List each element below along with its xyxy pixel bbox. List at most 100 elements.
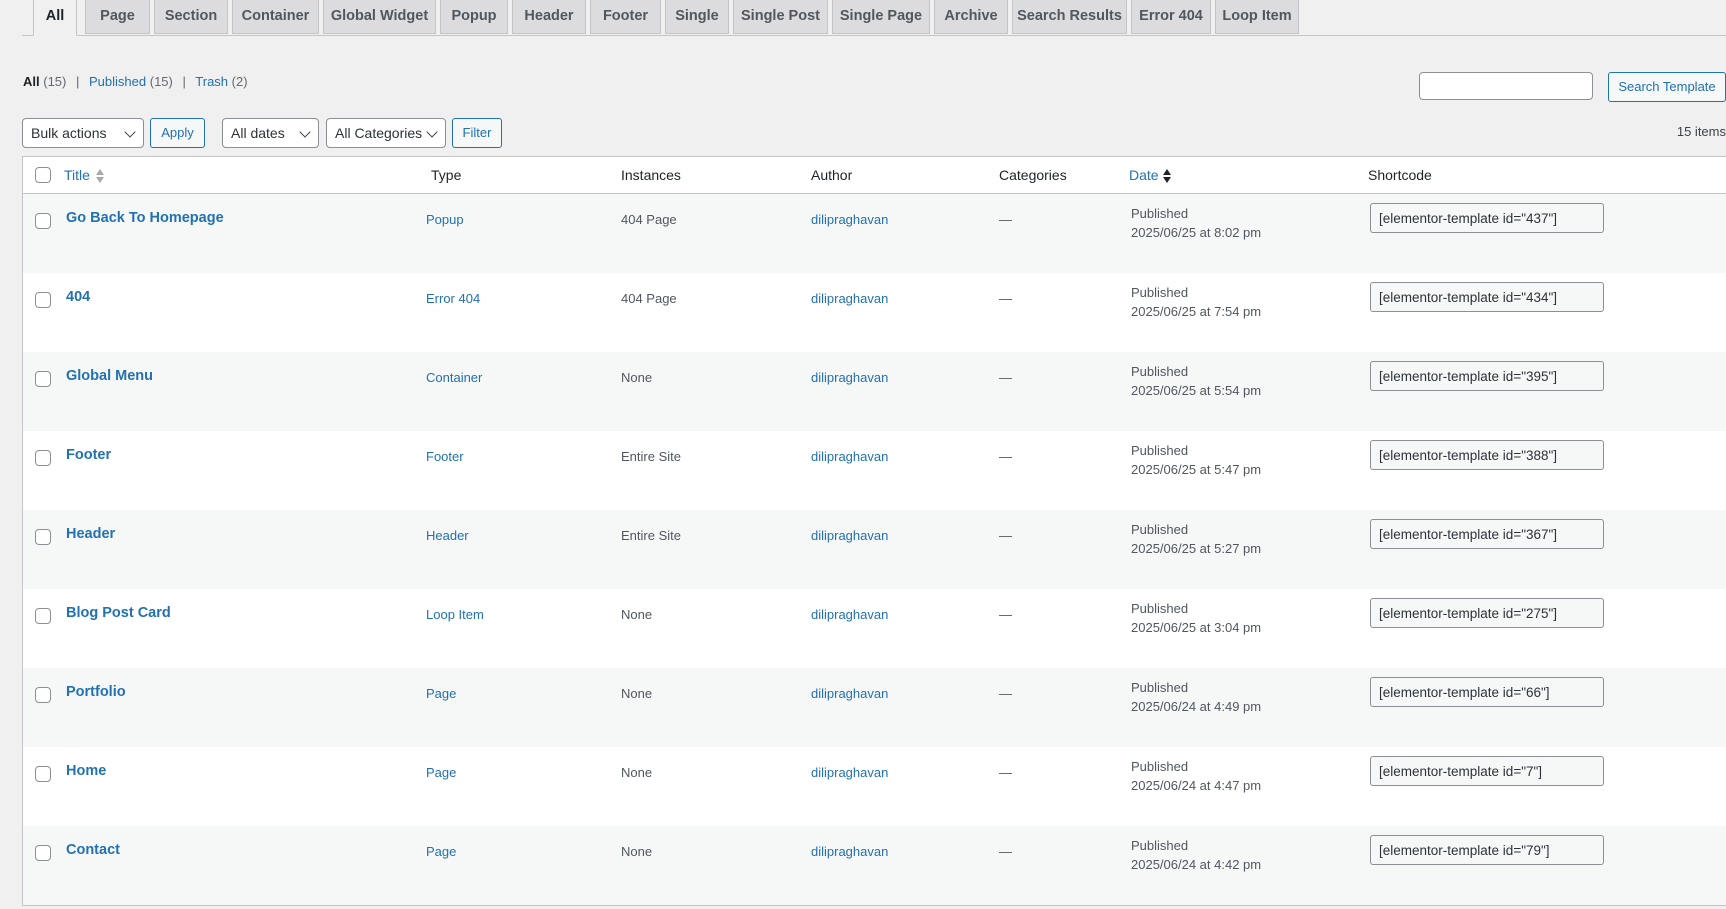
post-status: Published — [1131, 285, 1189, 300]
template-type-link[interactable]: Loop Item — [426, 607, 484, 622]
tab-footer[interactable]: Footer — [590, 0, 661, 34]
date-value: Published 2025/06/25 at 3:04 pm — [1131, 599, 1261, 637]
row-checkbox[interactable] — [35, 529, 51, 545]
categories-value: — — [999, 370, 1012, 385]
template-title-link[interactable]: Header — [66, 526, 115, 542]
bulk-actions-value: Bulk actions — [31, 125, 107, 141]
template-title-link[interactable]: Blog Post Card — [66, 605, 171, 621]
tab-all[interactable]: All — [33, 0, 77, 36]
shortcode-field[interactable] — [1370, 519, 1604, 549]
author-link[interactable]: dilipraghavan — [811, 765, 888, 780]
bulk-actions-select[interactable]: Bulk actions — [22, 118, 144, 148]
status-all-link[interactable]: All — [23, 74, 40, 89]
dates-select[interactable]: All dates — [222, 118, 319, 148]
categories-value: All Categories — [335, 125, 423, 141]
shortcode-field[interactable] — [1370, 756, 1604, 786]
template-type-link[interactable]: Error 404 — [426, 291, 480, 306]
categories-value: — — [999, 686, 1012, 701]
categories-value: — — [999, 212, 1012, 227]
template-type-link[interactable]: Page — [426, 844, 456, 859]
template-title-link[interactable]: Home — [66, 763, 106, 779]
row-checkbox[interactable] — [35, 292, 51, 308]
shortcode-field[interactable] — [1370, 203, 1604, 233]
author-link[interactable]: dilipraghavan — [811, 844, 888, 859]
template-title-link[interactable]: Global Menu — [66, 368, 153, 384]
date-value: Published 2025/06/24 at 4:42 pm — [1131, 836, 1261, 874]
author-link[interactable]: dilipraghavan — [811, 686, 888, 701]
template-type-link[interactable]: Container — [426, 370, 482, 385]
tab-loop-item[interactable]: Loop Item — [1215, 0, 1299, 34]
tab-global-widget[interactable]: Global Widget — [323, 0, 436, 34]
template-type-link[interactable]: Popup — [426, 212, 464, 227]
shortcode-field[interactable] — [1370, 835, 1604, 865]
template-type-link[interactable]: Footer — [426, 449, 464, 464]
row-checkbox[interactable] — [35, 450, 51, 466]
shortcode-field[interactable] — [1370, 440, 1604, 470]
column-title[interactable]: Title — [64, 167, 90, 183]
tab-single-post[interactable]: Single Post — [733, 0, 828, 34]
shortcode-field[interactable] — [1370, 361, 1604, 391]
tab-single[interactable]: Single — [665, 0, 729, 34]
post-date: 2025/06/24 at 4:49 pm — [1131, 699, 1262, 714]
author-link[interactable]: dilipraghavan — [811, 528, 888, 543]
shortcode-field[interactable] — [1370, 677, 1604, 707]
status-published-link[interactable]: Published — [89, 74, 146, 89]
status-all-count: (15) — [43, 74, 67, 89]
author-link[interactable]: dilipraghavan — [811, 212, 888, 227]
search-template-button[interactable]: Search Template — [1608, 72, 1726, 102]
tab-container[interactable]: Container — [232, 0, 319, 34]
template-title-link[interactable]: 404 — [66, 289, 90, 305]
table-row: Header Header Entire Site dilipraghavan … — [23, 510, 1726, 589]
tab-single-page[interactable]: Single Page — [832, 0, 930, 34]
tab-section[interactable]: Section — [154, 0, 228, 34]
template-type-link[interactable]: Header — [426, 528, 469, 543]
template-title-link[interactable]: Go Back To Homepage — [66, 210, 224, 226]
column-date[interactable]: Date — [1129, 167, 1159, 183]
template-title-link[interactable]: Contact — [66, 842, 120, 858]
date-value: Published 2025/06/24 at 4:49 pm — [1131, 678, 1261, 716]
tab-page[interactable]: Page — [85, 0, 150, 34]
shortcode-field[interactable] — [1370, 282, 1604, 312]
template-type-link[interactable]: Page — [426, 686, 456, 701]
author-link[interactable]: dilipraghavan — [811, 449, 888, 464]
author-link[interactable]: dilipraghavan — [811, 607, 888, 622]
categories-value: — — [999, 528, 1012, 543]
instances-value: Entire Site — [621, 449, 681, 464]
separator: | — [182, 74, 186, 89]
sort-icon[interactable] — [1163, 168, 1171, 184]
sort-icon[interactable] — [96, 168, 104, 184]
status-trash-link[interactable]: Trash — [195, 74, 228, 89]
row-checkbox[interactable] — [35, 213, 51, 229]
post-status: Published — [1131, 364, 1189, 379]
row-checkbox[interactable] — [35, 766, 51, 782]
template-title-link[interactable]: Portfolio — [66, 684, 126, 700]
select-all-checkbox[interactable] — [35, 167, 51, 183]
tab-archive[interactable]: Archive — [934, 0, 1008, 34]
shortcode-field[interactable] — [1370, 598, 1604, 628]
template-title-link[interactable]: Footer — [66, 447, 111, 463]
apply-button[interactable]: Apply — [150, 118, 205, 148]
post-status: Published — [1131, 838, 1189, 853]
filter-button[interactable]: Filter — [452, 118, 502, 148]
tab-error-404[interactable]: Error 404 — [1131, 0, 1211, 34]
template-type-link[interactable]: Page — [426, 765, 456, 780]
tab-header[interactable]: Header — [512, 0, 586, 34]
instances-value: None — [621, 607, 653, 622]
search-input[interactable] — [1419, 72, 1593, 100]
tab-popup[interactable]: Popup — [440, 0, 508, 34]
row-checkbox[interactable] — [35, 845, 51, 861]
row-checkbox[interactable] — [35, 687, 51, 703]
post-status: Published — [1131, 522, 1189, 537]
categories-select[interactable]: All Categories — [326, 118, 446, 148]
row-checkbox[interactable] — [35, 608, 51, 624]
instances-value: 404 Page — [621, 291, 677, 306]
table-row: 404 Error 404 404 Page dilipraghavan — P… — [23, 273, 1726, 352]
table-header: Title Type Instances Author Categories D… — [23, 157, 1726, 194]
separator: | — [76, 74, 80, 89]
table-row: Portfolio Page None dilipraghavan — Publ… — [23, 668, 1726, 747]
tab-search-results[interactable]: Search Results — [1012, 0, 1127, 34]
author-link[interactable]: dilipraghavan — [811, 370, 888, 385]
author-link[interactable]: dilipraghavan — [811, 291, 888, 306]
row-checkbox[interactable] — [35, 371, 51, 387]
post-status: Published — [1131, 206, 1189, 221]
